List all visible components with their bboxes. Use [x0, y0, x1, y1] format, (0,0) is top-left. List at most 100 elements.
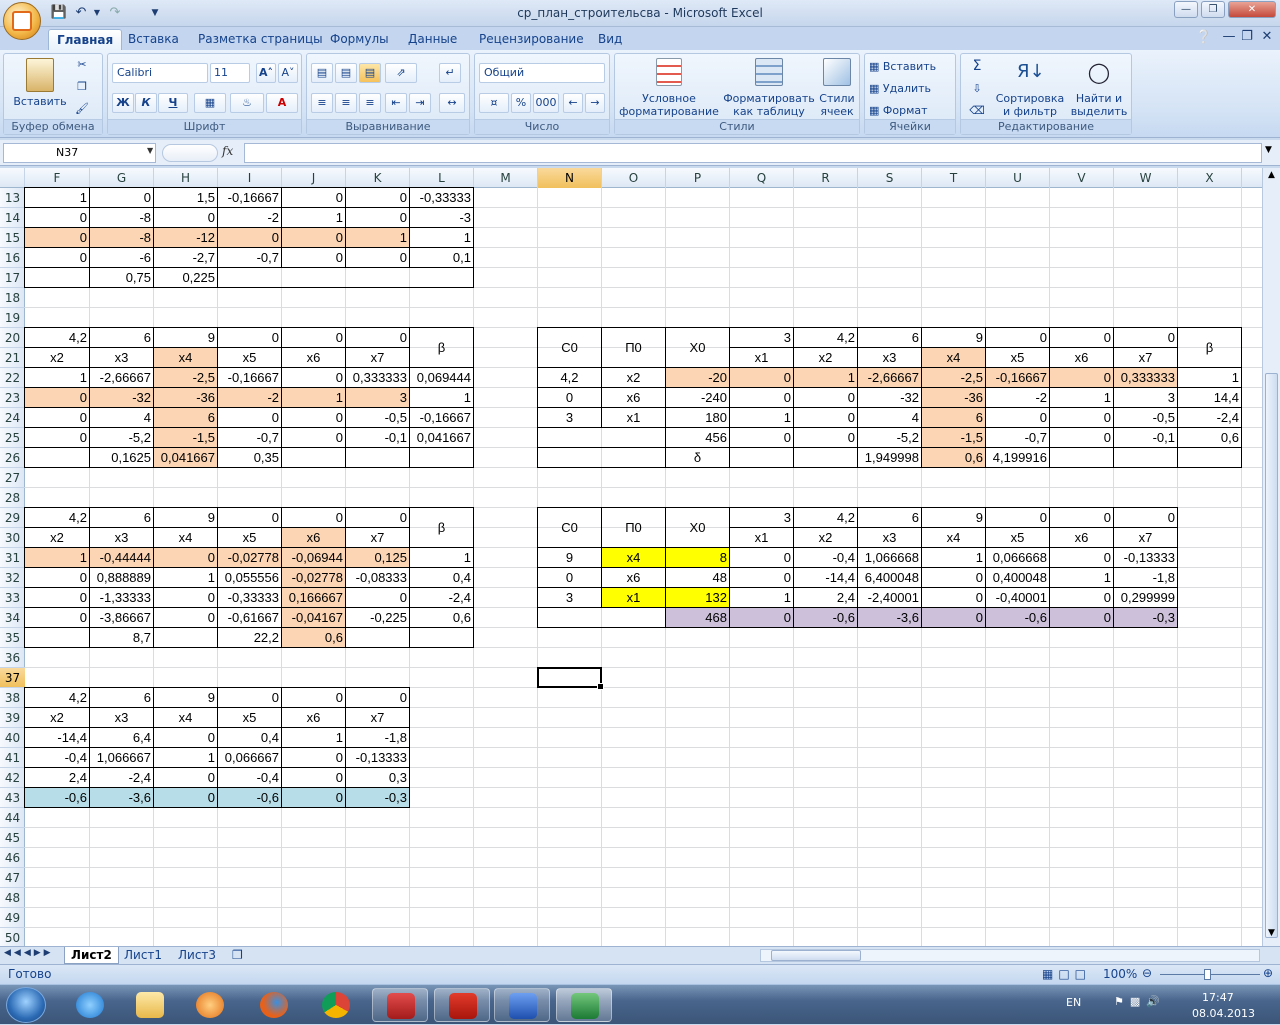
- row-header-14[interactable]: 14: [0, 208, 25, 228]
- column-header-I[interactable]: I: [218, 168, 282, 188]
- percent-button[interactable]: %: [511, 93, 531, 113]
- cell-Q33[interactable]: 1: [730, 588, 793, 607]
- cell-P31[interactable]: 8: [666, 548, 729, 567]
- cell-J21[interactable]: x6: [282, 348, 345, 367]
- cell-Q20[interactable]: 3: [730, 328, 793, 347]
- bold-button[interactable]: Ж: [112, 93, 134, 113]
- cell-I26[interactable]: 0,35: [218, 448, 281, 467]
- cell-G22[interactable]: -2,66667: [90, 368, 153, 387]
- tab-review[interactable]: Рецензирование: [471, 29, 592, 50]
- cell-S20[interactable]: 6: [858, 328, 921, 347]
- row-header-45[interactable]: 45: [0, 828, 25, 848]
- cell-P24[interactable]: 180: [666, 408, 729, 427]
- cell-F13[interactable]: 1: [25, 188, 89, 207]
- cell-O26[interactable]: [602, 448, 665, 467]
- cell-L34[interactable]: 0,6: [410, 608, 473, 627]
- cell-O25[interactable]: [602, 428, 665, 447]
- cell-U23[interactable]: -2: [986, 388, 1049, 407]
- cell-K38[interactable]: 0: [346, 688, 409, 707]
- cell-F20[interactable]: 4,2: [25, 328, 89, 347]
- cell-J14[interactable]: 1: [282, 208, 345, 227]
- vertical-scrollbar[interactable]: ▲ ▼: [1262, 168, 1280, 946]
- increase-decimal-icon[interactable]: ←: [563, 93, 583, 113]
- cell-O20[interactable]: П0: [602, 328, 665, 367]
- cell-G42[interactable]: -2,4: [90, 768, 153, 787]
- cell-H25[interactable]: -1,5: [154, 428, 217, 447]
- cell-F29[interactable]: 4,2: [25, 508, 89, 527]
- cell-L32[interactable]: 0,4: [410, 568, 473, 587]
- cell-R30[interactable]: x2: [794, 528, 857, 547]
- cell-J32[interactable]: -0,02778: [282, 568, 345, 587]
- cell-J38[interactable]: 0: [282, 688, 345, 707]
- cell-P20[interactable]: X0: [666, 328, 729, 367]
- cell-F32[interactable]: 0: [25, 568, 89, 587]
- cell-V21[interactable]: x6: [1050, 348, 1113, 367]
- cell-G17[interactable]: 0,75: [90, 268, 153, 287]
- cell-H20[interactable]: 9: [154, 328, 217, 347]
- column-header-O[interactable]: O: [602, 168, 666, 188]
- cell-U26[interactable]: 4,199916: [986, 448, 1049, 467]
- cell-L14[interactable]: -3: [410, 208, 473, 227]
- cell-I35[interactable]: 22,2: [218, 628, 281, 647]
- cell-N32[interactable]: 0: [538, 568, 601, 587]
- cell-H16[interactable]: -2,7: [154, 248, 217, 267]
- cell-I43[interactable]: -0,6: [218, 788, 281, 807]
- scroll-up-icon[interactable]: ▲: [1264, 170, 1279, 186]
- cell-I29[interactable]: 0: [218, 508, 281, 527]
- increase-indent-icon[interactable]: ⇥: [409, 93, 431, 113]
- cell-N29[interactable]: C0: [538, 508, 601, 547]
- cell-L17[interactable]: [410, 268, 473, 287]
- cell-N33[interactable]: 3: [538, 588, 601, 607]
- cell-P25[interactable]: 456: [666, 428, 729, 447]
- cell-U21[interactable]: x5: [986, 348, 1049, 367]
- cell-T22[interactable]: -2,5: [922, 368, 985, 387]
- cell-K20[interactable]: 0: [346, 328, 409, 347]
- cell-S34[interactable]: -3,6: [858, 608, 921, 627]
- cell-J17[interactable]: [282, 268, 345, 287]
- merge-center-icon[interactable]: ↔: [439, 93, 465, 113]
- cell-G21[interactable]: x3: [90, 348, 153, 367]
- cell-G25[interactable]: -5,2: [90, 428, 153, 447]
- row-header-36[interactable]: 36: [0, 648, 25, 668]
- cell-P23[interactable]: -240: [666, 388, 729, 407]
- taskbar-excel[interactable]: [556, 988, 612, 1022]
- cell-K21[interactable]: x7: [346, 348, 409, 367]
- cell-I30[interactable]: x5: [218, 528, 281, 547]
- cell-P33[interactable]: 132: [666, 588, 729, 607]
- cell-G31[interactable]: -0,44444: [90, 548, 153, 567]
- cell-G34[interactable]: -3,86667: [90, 608, 153, 627]
- cell-U34[interactable]: -0,6: [986, 608, 1049, 627]
- cell-N23[interactable]: 0: [538, 388, 601, 407]
- cell-J15[interactable]: 0: [282, 228, 345, 247]
- cell-X25[interactable]: 0,6: [1178, 428, 1241, 447]
- row-header-17[interactable]: 17: [0, 268, 25, 288]
- cell-L15[interactable]: 1: [410, 228, 473, 247]
- office-button[interactable]: [3, 2, 41, 40]
- cell-G41[interactable]: 1,066667: [90, 748, 153, 767]
- cell-K16[interactable]: 0: [346, 248, 409, 267]
- cell-H15[interactable]: -12: [154, 228, 217, 247]
- cell-T30[interactable]: x4: [922, 528, 985, 547]
- cell-Q24[interactable]: 1: [730, 408, 793, 427]
- cell-R25[interactable]: 0: [794, 428, 857, 447]
- cell-L29[interactable]: β: [410, 508, 473, 547]
- insert-sheet-icon[interactable]: ❐: [226, 947, 249, 964]
- row-header-35[interactable]: 35: [0, 628, 25, 648]
- cell-G20[interactable]: 6: [90, 328, 153, 347]
- row-header-25[interactable]: 25: [0, 428, 25, 448]
- cell-G30[interactable]: x3: [90, 528, 153, 547]
- cell-S26[interactable]: 1,949998: [858, 448, 921, 467]
- cell-G39[interactable]: x3: [90, 708, 153, 727]
- column-header-G[interactable]: G: [90, 168, 154, 188]
- cell-L26[interactable]: [410, 448, 473, 467]
- tab-insert[interactable]: Вставка: [120, 29, 187, 50]
- row-header-32[interactable]: 32: [0, 568, 25, 588]
- minimize-button[interactable]: —: [1174, 1, 1198, 18]
- cell-R20[interactable]: 4,2: [794, 328, 857, 347]
- taskbar-explorer[interactable]: [122, 988, 178, 1022]
- tab-home[interactable]: Главная: [48, 29, 123, 50]
- cell-I32[interactable]: 0,055556: [218, 568, 281, 587]
- row-header-19[interactable]: 19: [0, 308, 25, 328]
- cell-T33[interactable]: 0: [922, 588, 985, 607]
- align-bottom-icon[interactable]: ▤: [359, 63, 381, 83]
